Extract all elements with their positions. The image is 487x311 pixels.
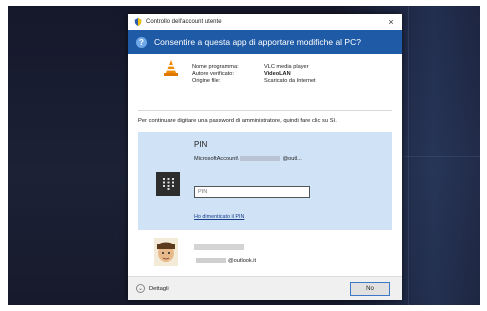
redacted-text [196,258,226,264]
app-info: Nome programma: Autore verificato: Origi… [128,54,402,90]
forgot-pin-link[interactable]: Ho dimenticato il PIN [194,214,244,220]
keypad-icon [156,172,180,196]
label-program-name: Nome programma: [192,64,239,70]
question-icon: ? [136,36,147,48]
close-icon[interactable]: × [386,17,396,27]
vlc-cone-icon [164,60,178,76]
app-info-labels: Nome programma: Autore verificato: Origi… [192,64,239,85]
details-label: Dettagli [149,285,169,292]
keypad-dots [163,178,174,190]
prompt-banner: ? Consentire a questa app di apportare m… [128,30,402,54]
pin-credential-panel[interactable]: PIN MicrosoftAccount\ @outl... Ho dimenti… [138,132,392,230]
value-program-name: VLC media player [264,64,309,70]
pin-account: MicrosoftAccount\ @outl... [194,156,302,162]
desktop-background: Controllo dell'account utente × ? Consen… [8,6,480,305]
shield-uac-icon [134,18,142,26]
title-bar: Controllo dell'account utente × [128,14,402,30]
pin-input[interactable] [194,186,310,198]
redacted-username [194,244,244,250]
no-button[interactable]: No [350,282,390,296]
banner-text: Consentire a questa app di apportare mod… [154,37,361,47]
uac-dialog: Controllo dell'account utente × ? Consen… [128,14,402,300]
value-verified-publisher: VideoLAN [264,71,291,77]
redacted-text [240,156,281,162]
user-email-suffix: @outlook.it [228,258,257,264]
window-title: Controllo dell'account utente [146,19,222,25]
divider [138,110,392,111]
other-user-option[interactable]: @outlook.it [138,234,392,274]
pin-title: PIN [194,140,208,149]
chevron-down-icon: ⌄ [136,284,145,293]
app-info-values: VLC media player VideoLAN Scaricato da I… [264,64,316,85]
instruction-text: Per continuare digitare una password di … [138,118,337,124]
pin-account-suffix: @outl... [282,156,302,162]
value-file-origin: Scaricato da Internet [264,78,316,84]
dialog-footer: ⌄ Dettagli No [128,276,402,300]
details-toggle[interactable]: ⌄ Dettagli [136,284,169,293]
user-email: @outlook.it [194,258,256,264]
label-file-origin: Origine file: [192,78,221,84]
pin-account-prefix: MicrosoftAccount\ [194,156,239,162]
label-verified-publisher: Autore verificato: [192,71,234,77]
user-avatar-icon [154,238,178,266]
